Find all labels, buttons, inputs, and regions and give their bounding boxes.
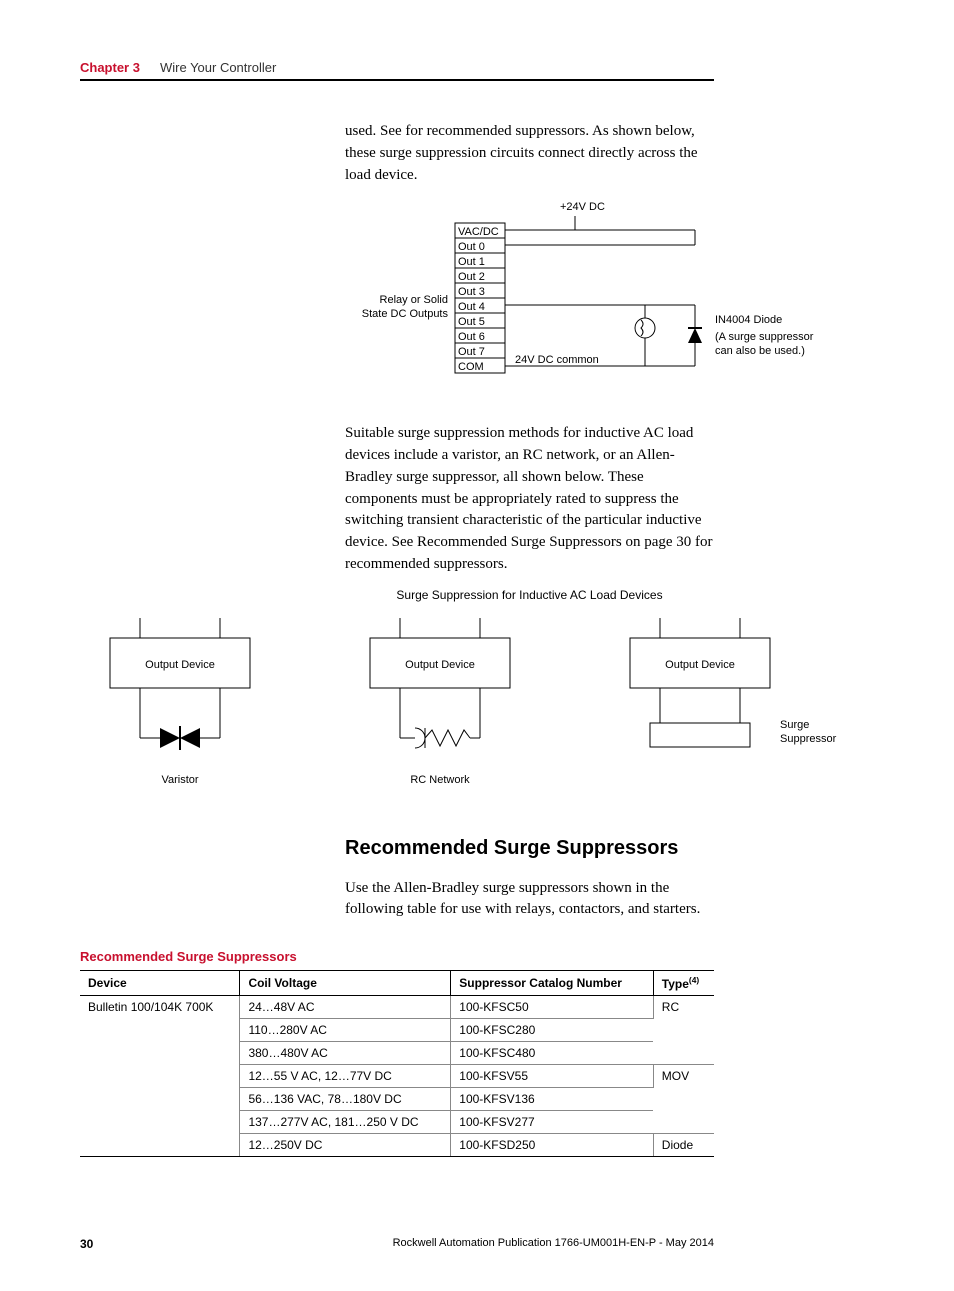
- page-number: 30: [80, 1237, 93, 1251]
- cell-type-diode: Diode: [653, 1134, 714, 1157]
- chapter-title: Wire Your Controller: [160, 60, 276, 75]
- col-type: Type(4): [653, 971, 714, 996]
- svg-text:Suppressor: Suppressor: [780, 733, 837, 745]
- svg-text:RC Network: RC Network: [410, 774, 470, 786]
- svg-text:Out 4: Out 4: [458, 301, 485, 313]
- svg-text:Out 5: Out 5: [458, 316, 485, 328]
- svg-text:Out 6: Out 6: [458, 331, 485, 343]
- col-device: Device: [80, 971, 240, 996]
- col-catalog: Suppressor Catalog Number: [451, 971, 654, 996]
- label-diode-note1: (A surge suppressor: [715, 331, 814, 343]
- ac-load-diagram: Output Device Varistor Output Device RC …: [80, 608, 714, 803]
- svg-text:VAC/DC: VAC/DC: [458, 226, 499, 238]
- cell-type-mov: MOV: [653, 1065, 714, 1134]
- label-diode-note2: can also be used.): [715, 345, 805, 357]
- varistor-block: Output Device Varistor: [110, 618, 250, 786]
- rc-network-block: Output Device RC Network: [370, 618, 510, 786]
- cell-device: Bulletin 100/104K 700K: [80, 996, 240, 1157]
- diagram2-caption: Surge Suppression for Inductive AC Load …: [345, 588, 714, 602]
- label-24vdc: +24V DC: [560, 201, 605, 213]
- svg-text:COM: COM: [458, 361, 484, 373]
- svg-text:Output Device: Output Device: [665, 659, 735, 671]
- svg-text:Out 0: Out 0: [458, 241, 485, 253]
- suppressors-table: Device Coil Voltage Suppressor Catalog N…: [80, 970, 714, 1157]
- label-state: State DC Outputs: [362, 308, 449, 320]
- terminal-block: VAC/DC Out 0 Out 1 Out 2 Out 3 Out 4 Out…: [455, 223, 505, 373]
- svg-text:Surge: Surge: [780, 719, 809, 731]
- svg-text:Varistor: Varistor: [161, 774, 198, 786]
- label-common: 24V DC common: [515, 354, 599, 366]
- svg-text:Output Device: Output Device: [405, 659, 475, 671]
- paragraph-1: used. See for recommended suppressors. A…: [345, 121, 714, 186]
- svg-text:Out 7: Out 7: [458, 346, 485, 358]
- label-diode: IN4004 Diode: [715, 314, 782, 326]
- publication-info: Rockwell Automation Publication 1766-UM0…: [393, 1237, 714, 1251]
- table-row: Bulletin 100/104K 700K 24…48V AC 100-KFS…: [80, 996, 714, 1019]
- col-coil: Coil Voltage: [240, 971, 451, 996]
- table-title: Recommended Surge Suppressors: [80, 949, 714, 964]
- page-header: Chapter 3 Wire Your Controller: [80, 60, 714, 81]
- label-relay: Relay or Solid: [380, 294, 448, 306]
- chapter-label: Chapter 3: [80, 60, 140, 75]
- svg-text:Out 2: Out 2: [458, 271, 485, 283]
- cell-type-rc: RC: [653, 996, 714, 1065]
- load-coil-icon: [635, 318, 655, 338]
- surge-suppressor-block: Output Device Surge Suppressor: [630, 618, 837, 747]
- svg-text:Out 1: Out 1: [458, 256, 485, 268]
- section-heading: Recommended Surge Suppressors: [345, 837, 714, 860]
- page-footer: 30 Rockwell Automation Publication 1766-…: [80, 1237, 714, 1251]
- svg-text:Out 3: Out 3: [458, 286, 485, 298]
- paragraph-2: Suitable surge suppression methods for i…: [345, 423, 714, 575]
- diode-icon: [645, 305, 702, 366]
- paragraph-3: Use the Allen-Bradley surge suppressors …: [345, 878, 714, 922]
- svg-text:Output Device: Output Device: [145, 659, 215, 671]
- dc-output-diagram: +24V DC Relay or Solid State DC Outputs …: [345, 198, 714, 403]
